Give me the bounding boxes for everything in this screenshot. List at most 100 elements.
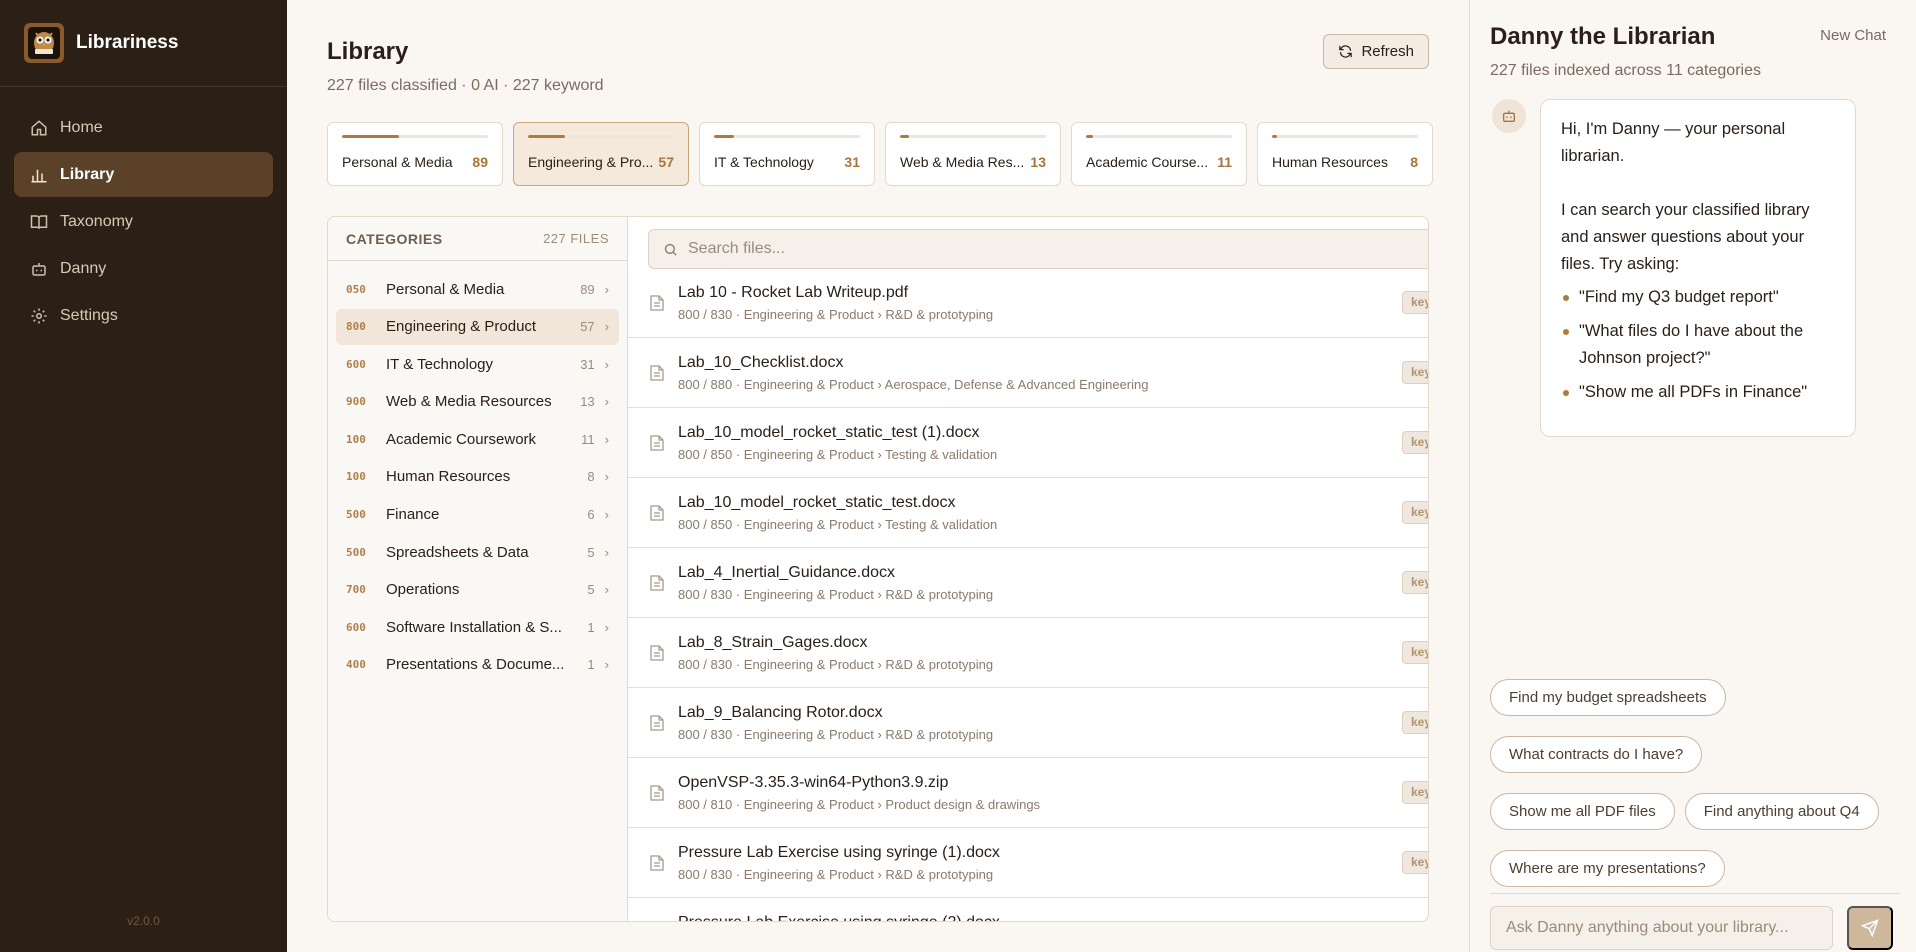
category-item[interactable]: 600 IT & Technology 31 ›	[336, 346, 619, 382]
category-card[interactable]: Web & Media Res... 13	[885, 122, 1061, 186]
chat-input[interactable]	[1490, 906, 1833, 950]
sidebar-item-danny[interactable]: Danny	[14, 246, 273, 291]
file-name: OpenVSP-3.35.3-win64-Python3.9.zip	[678, 773, 949, 791]
category-name: Presentations & Docume...	[386, 656, 565, 674]
category-card[interactable]: Personal & Media 89	[327, 122, 503, 186]
suggestion-chip[interactable]: What contracts do I have?	[1490, 736, 1703, 773]
file-row[interactable]: Lab 10 - Rocket Lab Writeup.pdf 800 / 830…	[628, 281, 1428, 338]
category-item[interactable]: 800 Engineering & Product 57 ›	[336, 308, 619, 345]
card-count: 31	[844, 154, 860, 170]
category-count: 1	[587, 619, 595, 635]
suggestion-chip[interactable]: Where are my presentations?	[1490, 850, 1725, 887]
sidebar-item-library[interactable]: Library	[14, 152, 273, 197]
search-input[interactable]	[688, 240, 1188, 258]
file-name: Lab_10_Checklist.docx	[678, 353, 844, 371]
file-row[interactable]: Lab_8_Strain_Gages.docx 800 / 830 · Engin…	[628, 618, 1428, 688]
chevron-right-icon: ›	[604, 619, 609, 635]
file-text: Lab_10_model_rocket_static_test (1).docx…	[678, 424, 997, 462]
file-row[interactable]: OpenVSP-3.35.3-win64-Python3.9.zip 800 / …	[628, 758, 1428, 828]
file-text: Lab_10_model_rocket_static_test.docx 800 …	[678, 494, 997, 532]
category-item[interactable]: 700 Operations 5 ›	[336, 572, 619, 608]
category-card[interactable]: IT & Technology 31	[699, 122, 875, 186]
file-row[interactable]: Lab_10_model_rocket_static_test (1).docx…	[628, 408, 1428, 478]
category-item[interactable]: 600 Software Installation & S... 1 ›	[336, 609, 619, 645]
category-item[interactable]: 900 Web & Media Resources 13 ›	[336, 384, 619, 420]
sidebar-item-taxonomy[interactable]: Taxonomy	[14, 199, 273, 244]
category-card[interactable]: Engineering & Pro... 57	[513, 122, 689, 186]
new-chat-button[interactable]: New Chat	[1820, 27, 1886, 44]
category-name: Human Resources	[386, 468, 511, 486]
send-button[interactable]	[1847, 906, 1893, 950]
file-row[interactable]: Pressure Lab Exercise using syringe (2).…	[628, 898, 1428, 922]
category-code: 500	[346, 508, 366, 522]
brand[interactable]: Librariness	[0, 0, 287, 87]
category-item[interactable]: 400 Presentations & Docume... 1 ›	[336, 647, 619, 683]
classification-badge: key	[1402, 571, 1428, 594]
refresh-label: Refresh	[1361, 43, 1414, 60]
message-body: I can search your classified library and…	[1561, 201, 1810, 273]
category-cards: Personal & Media 89 Engineering & Pro... 5…	[327, 122, 1433, 186]
card-progress-fill	[714, 135, 735, 138]
category-item[interactable]: 100 Human Resources 8 ›	[336, 459, 619, 495]
file-name: Lab_8_Strain_Gages.docx	[678, 633, 868, 651]
suggestion-chip[interactable]: Show me all PDF files	[1490, 793, 1675, 830]
file-row[interactable]: Lab_10_Checklist.docx 800 / 880 · Enginee…	[628, 338, 1428, 408]
category-name: Spreadsheets & Data	[386, 543, 529, 561]
home-icon	[31, 119, 47, 135]
category-list: 050 Personal & Media 89 › 800 Engineering & P…	[328, 261, 627, 683]
category-card[interactable]: Academic Course... 11	[1071, 122, 1247, 186]
suggestion-chip[interactable]: Find anything about Q4	[1684, 793, 1879, 830]
chevron-right-icon: ›	[604, 544, 609, 560]
sidebar-item-settings[interactable]: Settings	[14, 293, 273, 338]
category-name: Web & Media Resources	[386, 393, 552, 411]
app-version: v2.0.0	[127, 914, 160, 928]
category-count: 8	[587, 469, 595, 485]
card-name: IT & Technology	[714, 154, 814, 170]
chevron-right-icon: ›	[604, 281, 609, 297]
category-item[interactable]: 050 Personal & Media 89 ›	[336, 271, 619, 307]
file-row[interactable]: Pressure Lab Exercise using syringe (1).…	[628, 828, 1428, 898]
refresh-button[interactable]: Refresh	[1323, 34, 1429, 69]
card-progress-fill	[1086, 135, 1094, 138]
book-icon	[30, 214, 48, 229]
card-name: Human Resources	[1272, 154, 1388, 170]
file-meta: 800 / 880 · Engineering & Product › Aero…	[678, 376, 1149, 392]
category-item[interactable]: 500 Spreadsheets & Data 5 ›	[336, 534, 619, 570]
file-row[interactable]: Lab_10_model_rocket_static_test.docx 800 …	[628, 478, 1428, 548]
document-icon	[650, 434, 664, 451]
card-name: Personal & Media	[342, 154, 453, 170]
classification-badge: key	[1402, 781, 1428, 804]
category-code: 050	[346, 282, 366, 296]
category-code: 700	[346, 583, 366, 597]
category-count: 5	[587, 544, 595, 560]
card-name: Engineering & Pro...	[528, 154, 654, 170]
category-count: 1	[587, 657, 595, 673]
classification-badge: key	[1402, 431, 1428, 454]
classification-badge: key	[1402, 501, 1428, 524]
file-row[interactable]: Lab_9_Balancing Rotor.docx 800 / 830 · En…	[628, 688, 1428, 758]
category-card[interactable]: Human Resources 8	[1257, 122, 1433, 186]
file-text: Lab_9_Balancing Rotor.docx 800 / 830 · En…	[678, 704, 993, 742]
refresh-icon	[1339, 45, 1353, 58]
document-icon	[650, 364, 664, 381]
file-text: Lab 10 - Rocket Lab Writeup.pdf 800 / 830…	[678, 284, 993, 322]
sidebar-item-home[interactable]: Home	[14, 105, 273, 150]
card-progress-fill	[528, 135, 565, 138]
document-icon	[650, 504, 664, 521]
files-pane: Lab 10 - Rocket Lab Writeup.pdf 800 / 830…	[628, 217, 1428, 921]
chat-subtitle: 227 files indexed across 11 categories	[1490, 62, 1761, 79]
sidebar-item-label: Settings	[60, 306, 118, 324]
file-row[interactable]: Lab_4_Inertial_Guidance.docx 800 / 830 · …	[628, 548, 1428, 618]
category-item[interactable]: 500 Finance 6 ›	[336, 497, 619, 533]
category-code: 100	[346, 470, 366, 484]
card-name: Academic Course...	[1086, 154, 1209, 170]
suggestion-chip[interactable]: Find my budget spreadsheets	[1490, 679, 1726, 716]
categories-file-count: 227 FILES	[543, 231, 609, 246]
file-list-viewport[interactable]: Lab 10 - Rocket Lab Writeup.pdf 800 / 830…	[628, 281, 1428, 921]
chat-title: Danny the Librarian	[1490, 23, 1716, 50]
category-item[interactable]: 100 Academic Coursework 11 ›	[336, 421, 619, 457]
card-progress	[528, 135, 674, 138]
card-progress	[1272, 135, 1418, 138]
sidebar-item-label: Home	[60, 118, 103, 136]
assistant-message: Hi, I'm Danny — your personal librarian.…	[1540, 99, 1856, 437]
